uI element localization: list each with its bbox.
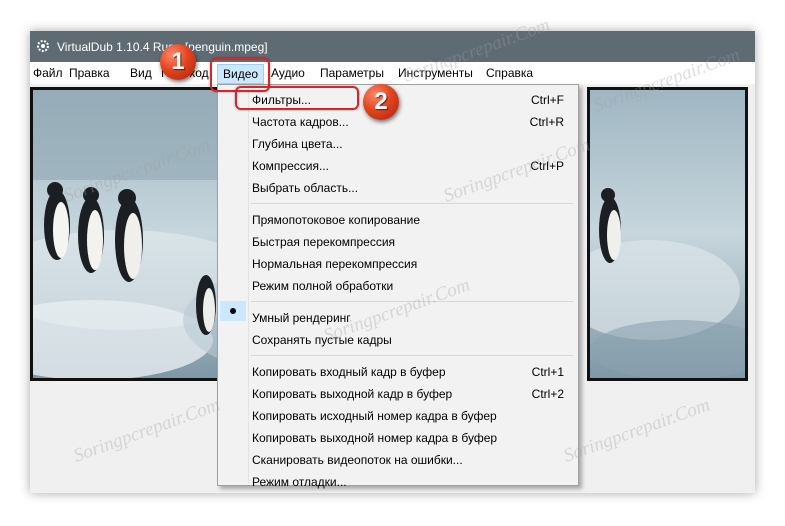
menu-item-label: Копировать входный кадр в буфер [252, 365, 446, 379]
menu-item[interactable]: Сканировать видеопоток на ошибки... [252, 450, 570, 470]
menu-help[interactable]: Справка [486, 66, 533, 80]
step-2-badge: 2 [363, 84, 399, 120]
menu-separator [251, 301, 573, 302]
menu-item[interactable]: Частота кадров... Ctrl+R [252, 112, 570, 132]
menu-item[interactable]: Режим отладки... [252, 472, 570, 492]
menu-file[interactable]: Файл [33, 66, 63, 80]
menu-item-label: Копировать выходной кадр в буфер [252, 387, 453, 401]
menu-item-label: Режим полной обработки [252, 279, 394, 293]
menu-separator [251, 203, 573, 204]
menu-item[interactable]: Копировать исходный номер кадра в буфер [252, 406, 570, 426]
menu-item-label: Умный рендеринг [252, 311, 351, 325]
menu-edit[interactable]: Правка [69, 66, 110, 80]
menu-item-shortcut: Ctrl+2 [531, 387, 564, 401]
menu-tools[interactable]: Инструменты [398, 66, 473, 80]
highlight-filters-item [235, 86, 359, 110]
menu-item[interactable]: Глубина цвета... [252, 134, 570, 154]
menu-item-label: Копировать исходный номер кадра в буфер [252, 409, 497, 423]
menu-item[interactable]: Сохранять пустые кадры [252, 330, 570, 350]
menu-item-shortcut: Ctrl+R [529, 115, 564, 129]
menu-item-label: Глубина цвета... [252, 137, 343, 151]
menu-item-shortcut: Ctrl+1 [531, 365, 564, 379]
menu-item-label: Выбрать область... [252, 181, 359, 195]
menu-item-label: Копировать выходной номер кадра в буфер [252, 431, 498, 445]
menu-item[interactable]: Режим полной обработки [252, 276, 570, 296]
menu-item[interactable]: Нормальная перекомпрессия [252, 254, 570, 274]
menu-item-shortcut: Ctrl+P [530, 159, 564, 173]
menu-item[interactable]: Выбрать область... [252, 178, 570, 198]
menu-item-label: Нормальная перекомпрессия [252, 257, 418, 271]
radio-dot-icon [230, 308, 236, 314]
video-menu-dropdown: Фильтры... Ctrl+F Частота кадров... Ctrl+R Г… [217, 84, 579, 489]
menu-item-label: Быстрая перекомпрессия [252, 235, 396, 249]
menu-item-shortcut: Ctrl+F [531, 93, 564, 107]
menu-item-label: Частота кадров... [252, 115, 349, 129]
menu-options[interactable]: Параметры [320, 66, 384, 80]
title-bar: VirtualDub 1.10.4 Rus - [penguin.mpeg] [30, 31, 755, 62]
checked-indicator [220, 301, 246, 321]
menu-item-label: Сканировать видеопоток на ошибки... [252, 453, 463, 467]
menu-item-label: Компрессия... [252, 159, 329, 173]
menu-item[interactable]: Компрессия... Ctrl+P [252, 156, 570, 176]
menu-item-label: Режим отладки... [252, 475, 347, 489]
step-1-badge: 1 [160, 44, 196, 80]
menu-view[interactable]: Вид [130, 66, 152, 80]
menu-item-label: Сохранять пустые кадры [252, 333, 392, 347]
menu-item[interactable]: Копировать выходной номер кадра в буфер [252, 428, 570, 448]
menu-separator [251, 355, 573, 356]
menu-item-label: Прямопотоковое копирование [252, 213, 421, 227]
menu-item[interactable]: Быстрая перекомпрессия [252, 232, 570, 252]
menu-item[interactable]: Умный рендеринг [252, 308, 570, 328]
output-video-pane[interactable] [587, 87, 748, 381]
menu-item[interactable]: Копировать входный кадр в буфер Ctrl+1 [252, 362, 570, 382]
menu-item[interactable]: Прямопотоковое копирование [252, 210, 570, 230]
menu-gutter [248, 87, 249, 483]
menu-item[interactable]: Копировать выходной кадр в буфер Ctrl+2 [252, 384, 570, 404]
menu-bar: Файл Правка Вид Переход Видео Аудио Пара… [30, 62, 755, 84]
menu-audio[interactable]: Аудио [271, 66, 305, 80]
app-gear-icon[interactable] [36, 39, 50, 53]
